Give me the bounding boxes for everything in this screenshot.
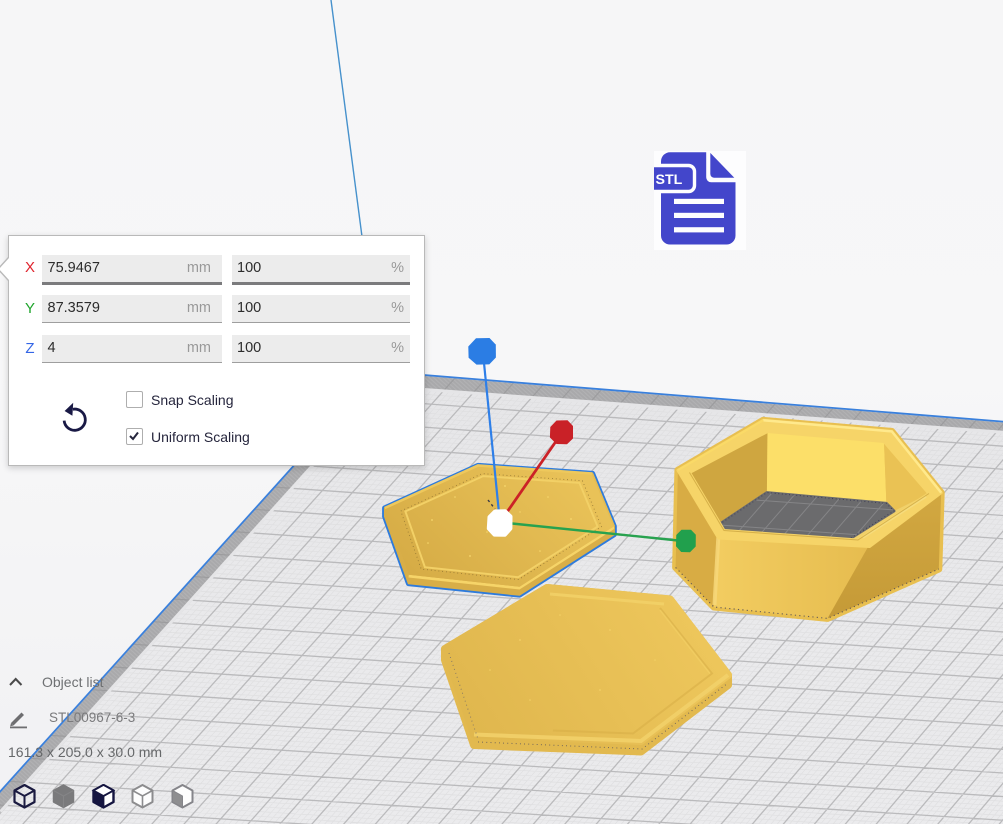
- svg-text:STL: STL: [656, 172, 683, 188]
